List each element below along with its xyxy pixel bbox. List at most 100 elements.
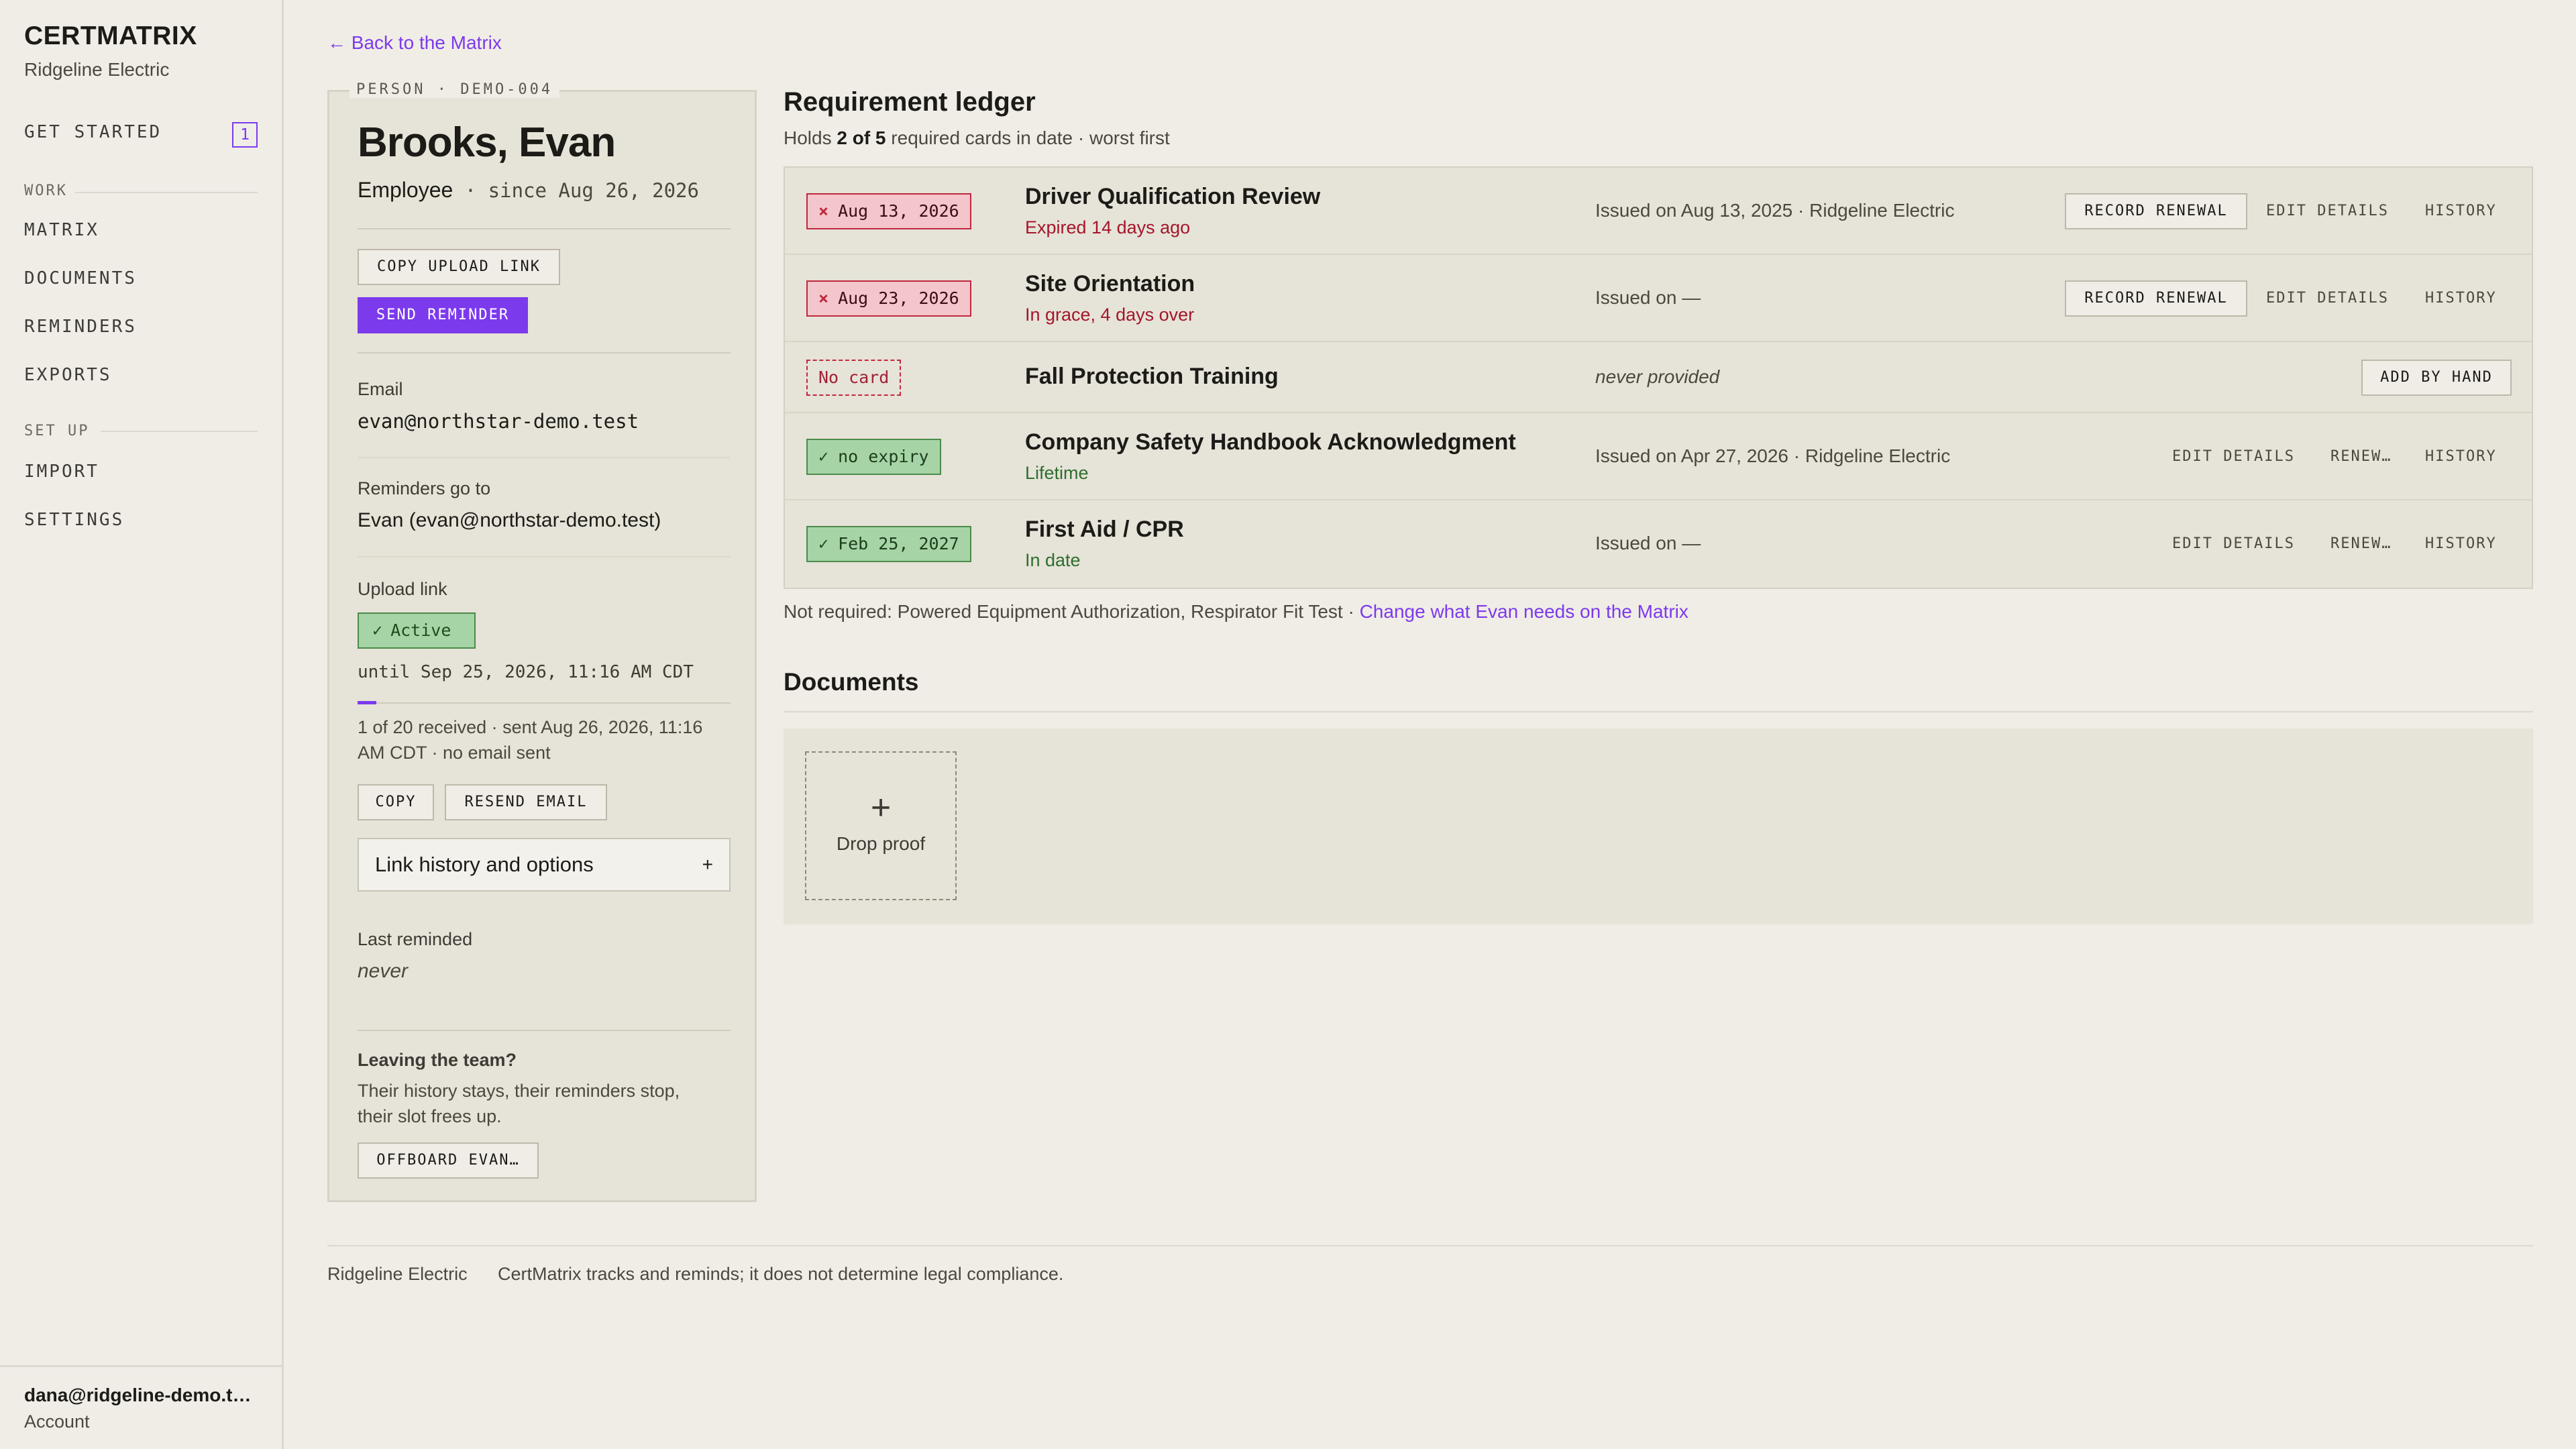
nav-reminders[interactable]: REMINDERS	[24, 317, 137, 337]
history-link[interactable]: HISTORY	[2425, 535, 2497, 552]
status-badge: No card	[806, 360, 902, 396]
requirement-status: In date	[1025, 550, 1081, 570]
divider	[358, 556, 731, 557]
plus-icon: +	[702, 854, 713, 875]
upload-info: 1 of 20 received · sent Aug 26, 2026, 11…	[358, 714, 702, 765]
offboard-button[interactable]: OFFBOARD EVAN…	[358, 1142, 539, 1179]
account-label: Account	[24, 1411, 90, 1432]
check-icon: ✓	[818, 534, 829, 553]
check-icon: ✓	[372, 621, 383, 640]
nav-section-setup: SET UP	[24, 423, 90, 439]
divider	[784, 711, 2533, 712]
requirement-name: Company Safety Handbook Acknowledgment	[1025, 429, 1516, 455]
leaving-line: their slot frees up.	[358, 1106, 502, 1126]
email-value: evan@northstar-demo.test	[358, 410, 639, 433]
upload-status-badge: ✓ Active	[358, 612, 476, 649]
status-badge: ✓ no expiry	[806, 439, 941, 475]
edit-details-link[interactable]: EDIT DETAILS	[2266, 203, 2389, 219]
nav-exports[interactable]: EXPORTS	[24, 365, 112, 385]
back-to-matrix-link[interactable]: ← Back to the Matrix	[327, 32, 502, 54]
ledger-summary: Holds 2 of 5 required cards in date · wo…	[784, 127, 1170, 149]
plus-icon: +	[870, 788, 892, 827]
record-renewal-button[interactable]: RECORD RENEWAL	[2065, 280, 2247, 317]
nav-section-work: WORK	[24, 182, 68, 199]
person-id-tag: PERSON · DEMO-004	[350, 81, 560, 98]
copy-upload-link-button[interactable]: COPY UPLOAD LINK	[358, 249, 560, 285]
issued-info: Issued on Apr 27, 2026 · Ridgeline Elect…	[1595, 445, 1951, 466]
divider	[358, 457, 731, 458]
link-history-label: Link history and options	[375, 853, 594, 876]
edit-details-link[interactable]: EDIT DETAILS	[2172, 535, 2295, 552]
divider	[358, 1030, 731, 1031]
reminders-label: Reminders go to	[358, 478, 491, 498]
leaving-description: Their history stays, their reminders sto…	[358, 1078, 680, 1129]
nav-documents[interactable]: DOCUMENTS	[24, 268, 137, 288]
edit-details-link[interactable]: EDIT DETAILS	[2266, 290, 2389, 307]
change-requirements-link[interactable]: Change what Evan needs on the Matrix	[1360, 601, 1688, 622]
upload-status-label: Active	[390, 621, 451, 640]
summary-count: 2 of 5	[837, 127, 886, 148]
ledger-title: Requirement ledger	[784, 87, 1036, 117]
ledger-row: × Aug 23, 2026 Site Orientation In grace,…	[785, 255, 2532, 342]
resend-email-button[interactable]: RESEND EMAIL	[445, 784, 607, 820]
nav-settings[interactable]: SETTINGS	[24, 510, 124, 530]
ledger-row: × Aug 13, 2026 Driver Qualification Revie…	[785, 168, 2532, 255]
requirement-status: Lifetime	[1025, 463, 1089, 483]
renew-link[interactable]: RENEW…	[2330, 535, 2392, 552]
upload-link-label: Upload link	[358, 579, 447, 599]
drop-proof-zone[interactable]: + Drop proof	[805, 751, 957, 900]
nav-import[interactable]: IMPORT	[24, 462, 99, 482]
divider	[358, 352, 731, 354]
add-by-hand-button[interactable]: ADD BY HAND	[2361, 360, 2512, 396]
person-card: PERSON · DEMO-004 Brooks, Evan Employee …	[327, 81, 757, 1202]
person-role: Employee · since Aug 26, 2026	[358, 178, 699, 203]
since-date: · since Aug 26, 2026	[453, 179, 699, 202]
footer-divider	[327, 1245, 2533, 1246]
last-reminded-label: Last reminded	[358, 929, 473, 949]
upload-progress-track	[358, 702, 731, 704]
summary-text: Holds	[784, 127, 837, 148]
history-link[interactable]: HISTORY	[2425, 203, 2497, 219]
send-reminder-button[interactable]: SEND REMINDER	[358, 297, 528, 333]
org-name: Ridgeline Electric	[24, 59, 170, 80]
nav-matrix[interactable]: MATRIX	[24, 220, 99, 240]
upload-progress-bar	[358, 701, 376, 704]
issued-info: Issued on Aug 13, 2025 · Ridgeline Elect…	[1595, 200, 1955, 221]
ledger-row: No card Fall Protection Training never p…	[785, 342, 2532, 413]
copy-button[interactable]: COPY	[358, 784, 434, 820]
upload-info-line: AM CDT · no email sent	[358, 743, 551, 763]
back-link-label: Back to the Matrix	[351, 32, 502, 53]
nav-divider	[101, 431, 258, 432]
requirement-name: First Aid / CPR	[1025, 517, 1184, 542]
expiry-date: Feb 25, 2027	[838, 534, 959, 553]
app-logo[interactable]: CERTMATRIX	[24, 21, 197, 51]
link-history-toggle[interactable]: Link history and options +	[358, 838, 731, 892]
leaving-line: Their history stays, their reminders sto…	[358, 1081, 680, 1101]
footer-disclaimer: CertMatrix tracks and reminds; it does n…	[498, 1264, 1064, 1284]
divider	[358, 228, 731, 229]
renew-link[interactable]: RENEW…	[2330, 448, 2392, 465]
account-menu[interactable]: dana@ridgeline-demo.t… Account	[0, 1365, 282, 1449]
arrow-left-icon: ←	[327, 32, 346, 53]
email-label: Email	[358, 379, 403, 399]
requirement-name: Fall Protection Training	[1025, 364, 1279, 389]
ledger-row: ✓ Feb 25, 2027 First Aid / CPR In date Is…	[785, 500, 2532, 588]
documents-title: Documents	[784, 668, 919, 696]
x-icon: ×	[818, 288, 829, 308]
requirement-status: Expired 14 days ago	[1025, 217, 1191, 237]
record-renewal-button[interactable]: RECORD RENEWAL	[2065, 193, 2247, 229]
history-link[interactable]: HISTORY	[2425, 290, 2497, 307]
requirement-ledger: × Aug 13, 2026 Driver Qualification Revie…	[784, 166, 2533, 589]
not-required-note: Not required: Powered Equipment Authoriz…	[784, 601, 1688, 623]
history-link[interactable]: HISTORY	[2425, 448, 2497, 465]
status-badge: ✓ Feb 25, 2027	[806, 526, 971, 562]
upload-info-line: 1 of 20 received · sent Aug 26, 2026, 11…	[358, 717, 703, 737]
role-label: Employee	[358, 178, 453, 202]
last-reminded-value: never	[358, 960, 409, 982]
sidebar: CERTMATRIX Ridgeline Electric GET STARTE…	[0, 0, 284, 1449]
edit-details-link[interactable]: EDIT DETAILS	[2172, 448, 2295, 465]
requirement-name: Site Orientation	[1025, 271, 1195, 297]
documents-area: + Drop proof	[784, 729, 2533, 924]
nav-get-started[interactable]: GET STARTED	[24, 122, 162, 142]
status-badge: × Aug 13, 2026	[806, 193, 971, 229]
